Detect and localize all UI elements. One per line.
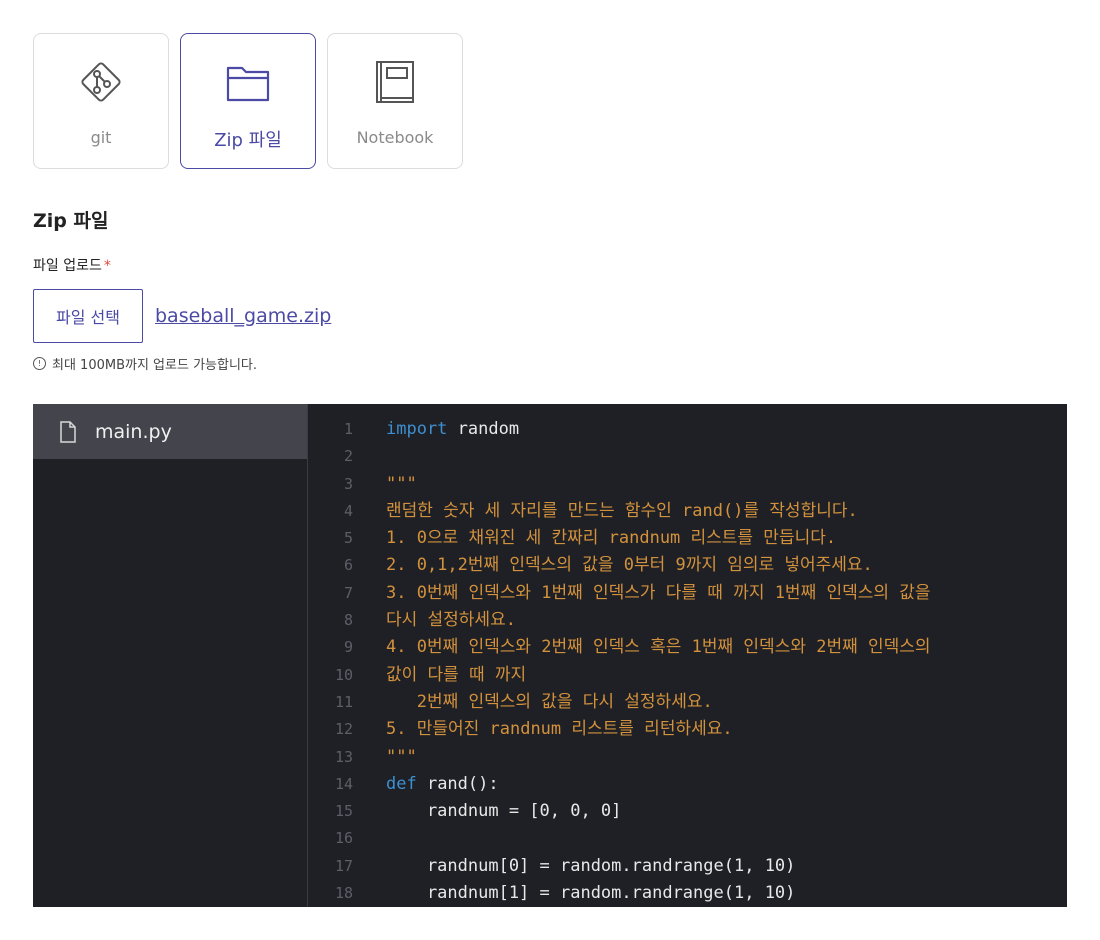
code-text: import random [386,416,519,443]
code-token: randnum[0] = random.randrange(1, 10) [386,855,796,876]
line-number: 10 [334,665,353,684]
file-icon [60,420,76,443]
code-string: 5. 만들어진 randnum 리스트를 리턴하세요. [386,719,733,740]
code-line: 16 [308,825,1067,852]
code-text: randnum[0] = random.randrange(1, 10) [386,853,795,880]
code-line: 4 랜덤한 숫자 세 자리를 만드는 함수인 rand()를 작성합니다. [308,498,1067,525]
file-explorer: main.py [33,404,308,907]
code-line: 17 randnum[0] = random.randrange(1, 10) [308,853,1067,880]
folder-icon [222,56,274,108]
required-mark: * [103,258,111,274]
line-number: 7 [343,583,353,602]
git-icon [75,56,127,108]
code-token: rand(): [416,773,499,794]
code-text: 4. 0번째 인덱스와 2번째 인덱스 혹은 1번째 인덱스와 2번째 인덱스의 [386,634,931,661]
code-string: 3. 0번째 인덱스와 1번째 인덱스가 다를 때 까지 1번째 인덱스의 값을 [386,582,931,603]
line-number: 16 [334,829,353,848]
code-text: def rand(): [386,771,499,798]
code-line: 10 값이 다를 때 까지 [308,662,1067,689]
source-card-label: Notebook [356,128,434,147]
code-string: 값이 다를 때 까지 [386,664,527,685]
source-card-zip[interactable]: Zip 파일 [180,33,316,169]
info-icon: ! [33,357,46,370]
source-card-label: Zip 파일 [214,130,282,151]
code-line: 11 2번째 인덱스의 값을 다시 설정하세요. [308,689,1067,716]
code-keyword: import [386,419,448,439]
code-text: 다시 설정하세요. [386,607,516,634]
line-number: 17 [334,856,353,875]
code-line: 14 def rand(): [308,771,1067,798]
code-line: 5 1. 0으로 채워진 세 칸짜리 randnum 리스트를 만듭니다. [308,525,1067,552]
code-line: 3 """ [308,471,1067,498]
code-token: random [447,419,520,439]
line-number: 14 [334,774,353,793]
line-number: 1 [343,420,353,438]
line-number: 15 [334,802,353,821]
code-string: 1. 0으로 채워진 세 칸짜리 randnum 리스트를 만듭니다. [386,528,837,549]
code-string: """ [386,473,417,494]
line-number: 9 [343,638,353,657]
line-number: 4 [343,501,353,520]
source-card-label: git [90,128,112,147]
choose-file-button[interactable]: 파일 선택 [33,289,143,343]
file-upload-label-text: 파일 업로드 [33,258,102,274]
code-keyword: def [386,773,417,794]
code-text: 2. 0,1,2번째 인덱스의 값을 0부터 9까지 임의로 넣어주세요. [386,552,873,579]
code-token: randnum[1] = random.randrange(1, 10) [386,883,796,904]
file-item-label: main.py [95,420,172,443]
code-text: 랜덤한 숫자 세 자리를 만드는 함수인 rand()를 작성합니다. [386,498,858,525]
code-token: randnum = [0, 0, 0] [386,801,622,822]
code-text: 값이 다를 때 까지 [386,662,526,689]
code-line: 6 2. 0,1,2번째 인덱스의 값을 0부터 9까지 임의로 넣어주세요. [308,552,1067,579]
code-text: """ [386,471,417,498]
file-item-main-py[interactable]: main.py [33,404,307,459]
line-number: 13 [334,747,353,766]
code-text: 5. 만들어진 randnum 리스트를 리턴하세요. [386,716,733,743]
line-number: 2 [343,447,353,466]
code-string: 랜덤한 숫자 세 자리를 만드는 함수인 rand()를 작성합니다. [386,500,858,521]
section-title: Zip 파일 [33,210,109,232]
line-number: 6 [343,556,353,575]
code-string: """ [386,746,417,767]
code-line: 9 4. 0번째 인덱스와 2번째 인덱스 혹은 1번째 인덱스와 2번째 인덱스… [308,634,1067,661]
code-text: """ [386,744,417,771]
code-text: randnum = [0, 0, 0] [386,798,621,825]
code-text: 1. 0으로 채워진 세 칸짜리 randnum 리스트를 만듭니다. [386,525,836,552]
line-number: 8 [343,611,353,630]
code-line: 7 3. 0번째 인덱스와 1번째 인덱스가 다를 때 까지 1번째 인덱스의 값… [308,580,1067,607]
file-upload-label: 파일 업로드 * [33,255,111,275]
code-line: 8 다시 설정하세요. [308,607,1067,634]
code-line: 15 randnum = [0, 0, 0] [308,798,1067,825]
code-line: 12 5. 만들어진 randnum 리스트를 리턴하세요. [308,716,1067,743]
upload-hint-text: 최대 100MB까지 업로드 가능합니다. [52,358,257,373]
uploaded-file-link[interactable]: baseball_game.zip [155,305,331,327]
code-line: 2 [308,443,1067,470]
line-number: 3 [343,474,353,493]
line-number: 12 [334,720,353,739]
source-type-selector: git Zip 파일 Notebook [33,33,463,169]
code-string: 다시 설정하세요. [386,610,516,631]
code-line: 18 randnum[1] = random.randrange(1, 10) [308,880,1067,907]
code-line: 1 import random [308,416,1067,443]
code-text: randnum[1] = random.randrange(1, 10) [386,880,795,907]
code-viewer: main.py 1 import random 2 3 """ 4 랜덤한 숫자 세 자리를… [33,404,1067,907]
upload-row: 파일 선택 baseball_game.zip [33,289,331,343]
source-card-notebook[interactable]: Notebook [327,33,463,169]
code-string: 2번째 인덱스의 값을 다시 설정하세요. [386,691,713,712]
code-editor[interactable]: 1 import random 2 3 """ 4 랜덤한 숫자 세 자리를 만드는 함수인… [308,404,1067,907]
line-number: 18 [334,884,353,903]
upload-hint: ! 최대 100MB까지 업로드 가능합니다. [33,354,257,373]
code-string: 2. 0,1,2번째 인덱스의 값을 0부터 9까지 임의로 넣어주세요. [386,555,873,576]
code-text: 2번째 인덱스의 값을 다시 설정하세요. [386,689,713,716]
source-card-git[interactable]: git [33,33,169,169]
code-text: 3. 0번째 인덱스와 1번째 인덱스가 다를 때 까지 1번째 인덱스의 값을 [386,580,931,607]
notebook-icon [369,56,421,108]
page: git Zip 파일 Notebook Zip 파일 파일 업로드 * 파일 선… [0,0,1100,940]
line-number: 5 [343,529,353,548]
code-string: 4. 0번째 인덱스와 2번째 인덱스 혹은 1번째 인덱스와 2번째 인덱스의 [386,637,931,658]
code-line: 13 """ [308,744,1067,771]
line-number: 11 [334,692,353,711]
